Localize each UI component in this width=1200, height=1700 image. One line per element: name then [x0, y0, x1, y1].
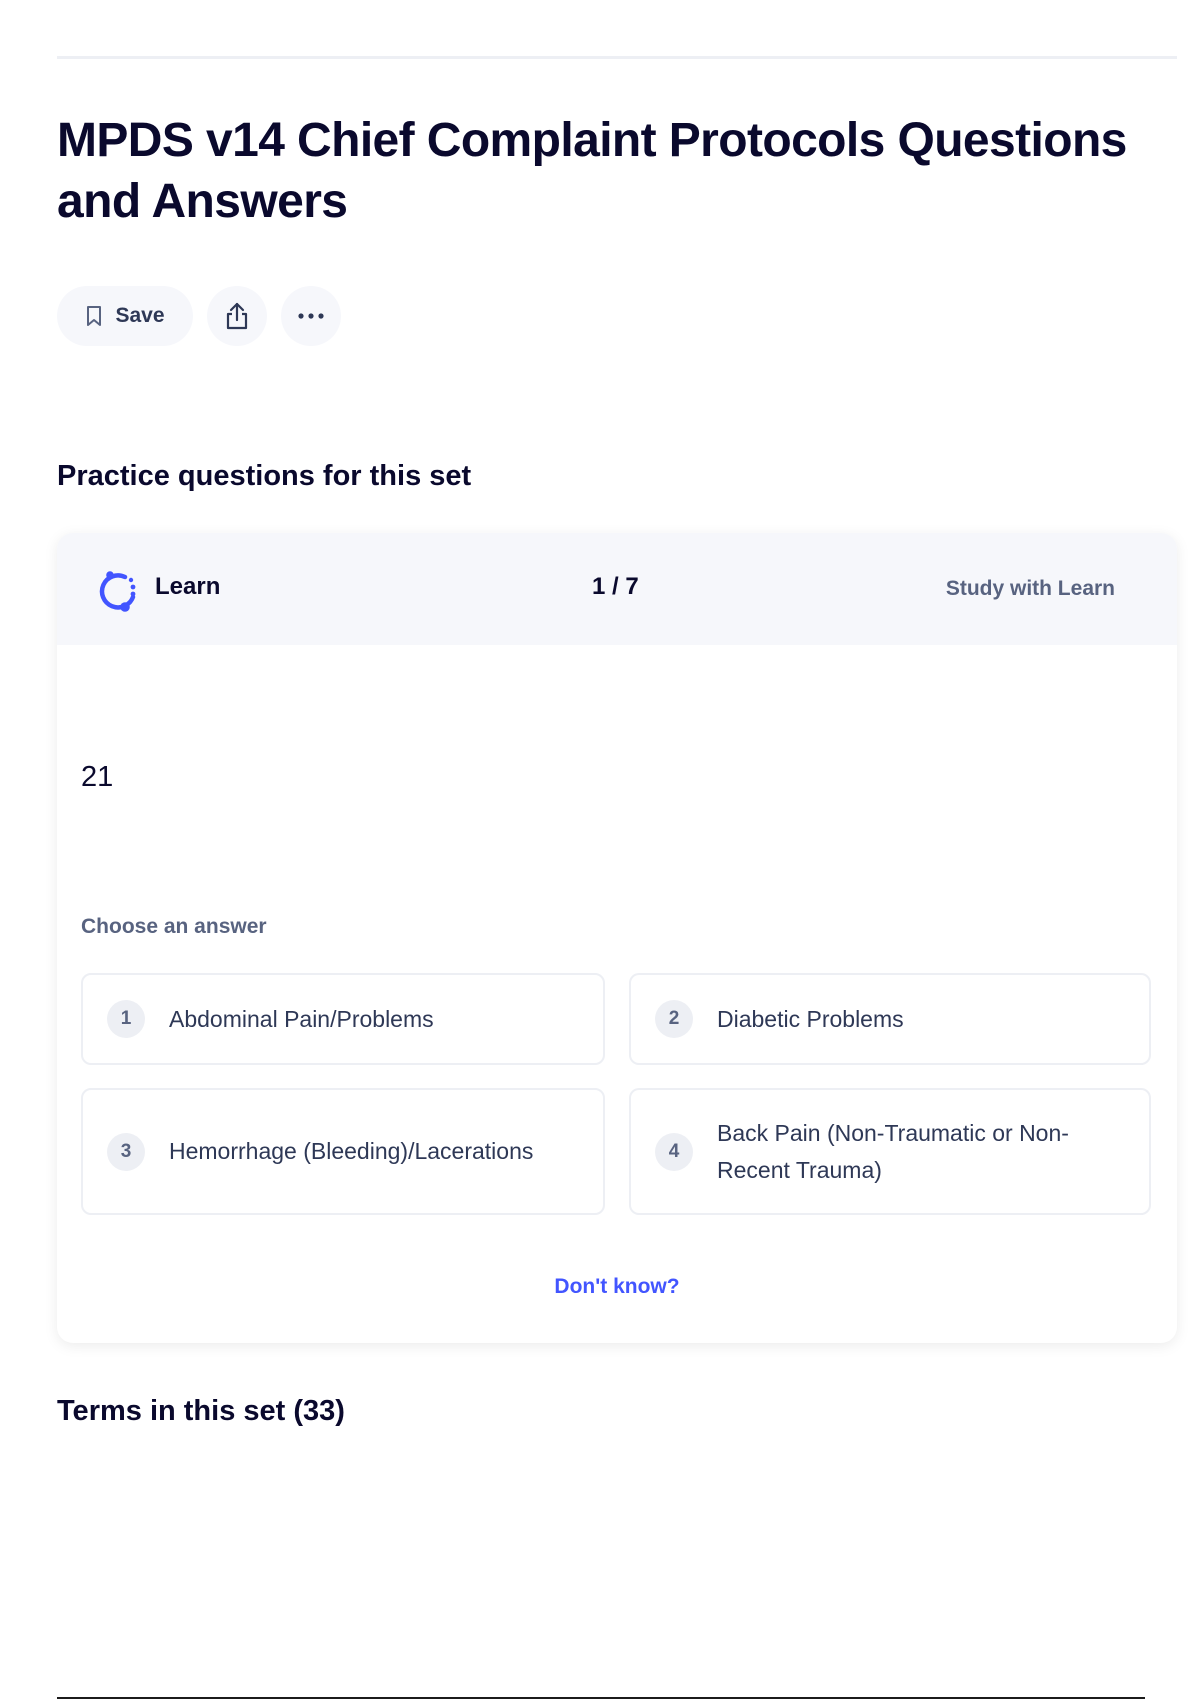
answer-option-2[interactable]: 2 Diabetic Problems: [629, 973, 1151, 1065]
share-button[interactable]: [207, 286, 267, 346]
share-icon: [223, 301, 251, 331]
question-counter: 1 / 7: [592, 573, 639, 600]
practice-card-header: Learn 1 / 7 Study with Learn: [57, 533, 1177, 645]
answer-number-badge: 2: [655, 1000, 693, 1038]
top-divider: [57, 56, 1177, 59]
answer-option-3[interactable]: 3 Hemorrhage (Bleeding)/Lacerations: [81, 1088, 605, 1215]
learn-mode-label: Learn: [155, 573, 221, 600]
answer-text: Hemorrhage (Bleeding)/Lacerations: [169, 1138, 534, 1164]
learn-mode-icon: [95, 569, 139, 613]
bookmark-icon: [85, 305, 103, 327]
practice-card: Learn 1 / 7 Study with Learn 21 Choose a…: [57, 533, 1177, 1343]
save-label: Save: [115, 304, 165, 327]
answer-text: Back Pain (Non-Traumatic or Non-Recent T…: [717, 1119, 1069, 1183]
question-prompt: 21: [81, 761, 114, 793]
answer-text: Diabetic Problems: [717, 1005, 904, 1032]
answer-option-1[interactable]: 1 Abdominal Pain/Problems: [81, 973, 605, 1065]
practice-section-title: Practice questions for this set: [57, 460, 472, 492]
answer-text: Abdominal Pain/Problems: [169, 1005, 434, 1032]
more-horizontal-icon: [297, 312, 325, 320]
save-button[interactable]: Save: [57, 286, 193, 346]
choose-answer-label: Choose an answer: [81, 915, 267, 938]
terms-section-title: Terms in this set (33): [57, 1395, 345, 1427]
more-options-button[interactable]: [281, 286, 341, 346]
page-title: MPDS v14 Chief Complaint Protocols Quest…: [57, 114, 1127, 228]
answer-number-badge: 1: [107, 1000, 145, 1038]
answer-number-badge: 4: [655, 1132, 693, 1171]
set-actions: Save: [57, 286, 341, 346]
bottom-divider: [57, 1697, 1145, 1699]
study-with-learn-link[interactable]: Study with Learn: [946, 577, 1115, 601]
answer-option-4[interactable]: 4 Back Pain (Non-Traumatic or Non-Recent…: [629, 1088, 1151, 1215]
answer-number-badge: 3: [107, 1132, 145, 1171]
dont-know-link[interactable]: Don't know?: [57, 1275, 1177, 1299]
